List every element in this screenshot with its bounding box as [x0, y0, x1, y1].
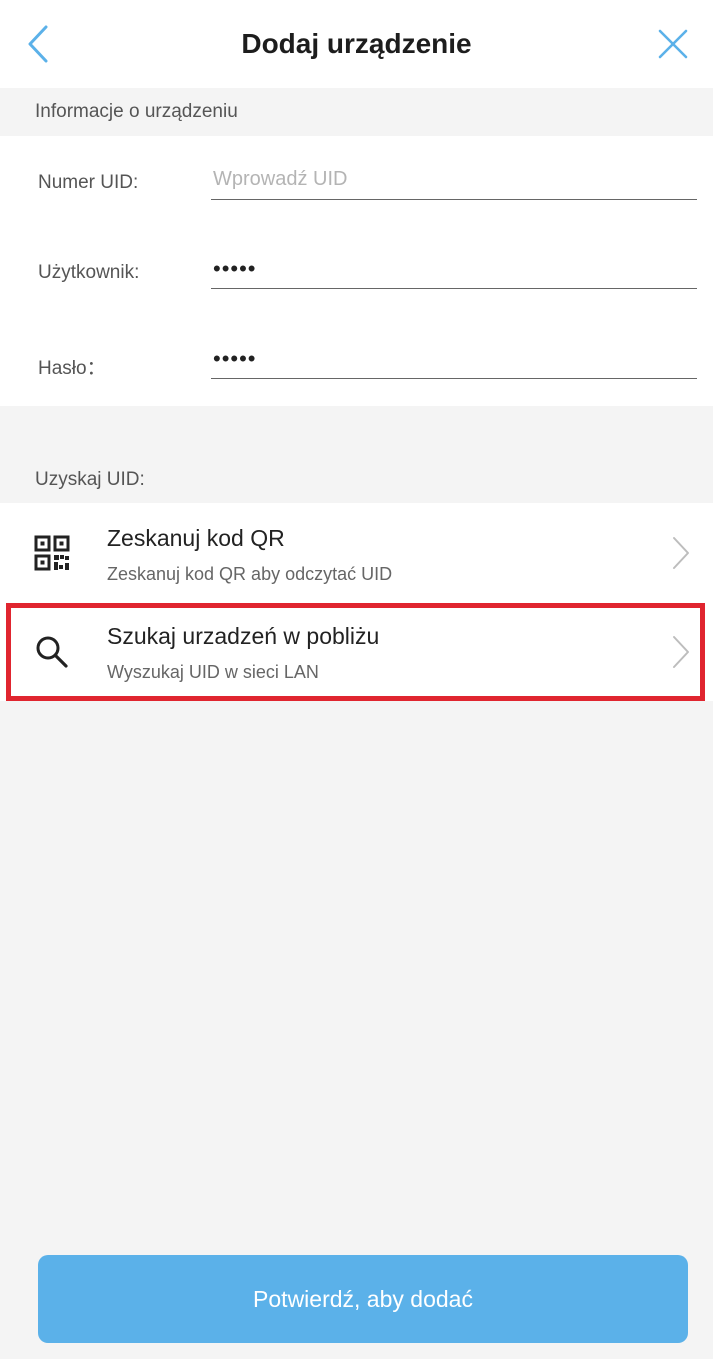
password-input[interactable] — [211, 339, 697, 379]
option-subtitle: Zeskanuj kod QR aby odczytać UID — [107, 564, 393, 584]
uid-row: Numer UID: — [0, 136, 713, 226]
option-title: Szukaj urzadzeń w pobliżu — [107, 623, 380, 649]
chevron-right-icon — [669, 535, 693, 571]
username-label: Użytkownik: — [38, 262, 140, 283]
scan-qr-option[interactable]: Zeskanuj kod QR Zeskanuj kod QR aby odcz… — [0, 503, 713, 603]
search-nearby-option[interactable]: Szukaj urzadzeń w pobliżu Wyszukaj UID w… — [0, 603, 713, 701]
uid-input[interactable] — [211, 160, 697, 200]
top-bar: Dodaj urządzenie — [0, 0, 713, 88]
confirm-add-button[interactable]: Potwierdź, aby dodać — [38, 1255, 688, 1343]
password-label: Hasło： — [38, 358, 106, 379]
uid-label: Numer UID: — [38, 172, 139, 193]
option-title: Zeskanuj kod QR — [107, 525, 285, 551]
qr-code-icon — [34, 535, 70, 571]
option-subtitle: Wyszukaj UID w sieci LAN — [107, 662, 319, 682]
close-icon — [658, 29, 688, 59]
username-input[interactable] — [211, 249, 697, 289]
section-label: Uzyskaj UID: — [35, 469, 145, 490]
device-info-form: Numer UID: Użytkownik: Hasło： — [0, 136, 713, 406]
section-label: Informacje o urządzeniu — [35, 101, 238, 122]
section-header-device-info: Informacje o urządzeniu — [0, 88, 713, 136]
password-row: Hasło： — [0, 316, 713, 406]
username-row: Użytkownik: — [0, 226, 713, 316]
search-icon — [34, 634, 70, 670]
close-button[interactable] — [647, 18, 699, 70]
chevron-right-icon — [669, 634, 693, 670]
page-title: Dodaj urządzenie — [241, 28, 472, 59]
section-header-get-uid: Uzyskaj UID: — [0, 406, 713, 503]
